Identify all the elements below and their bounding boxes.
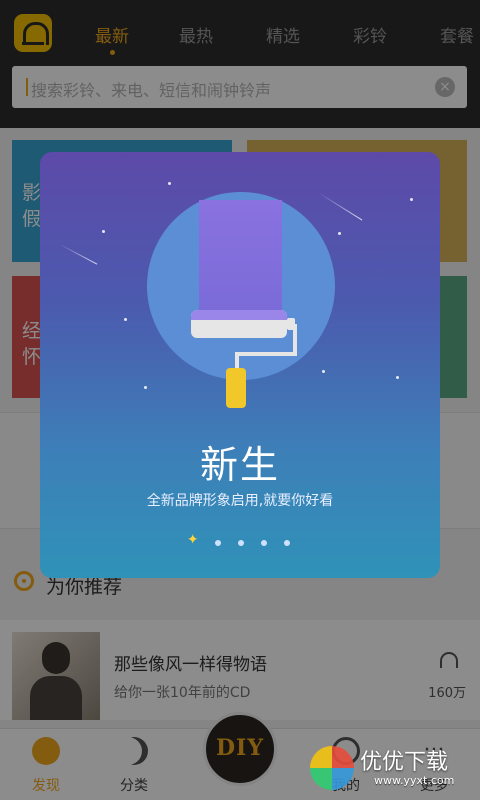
intro-dialog[interactable]: 新生 全新品牌形象启用,就要你好看 [40, 152, 440, 578]
star-decoration [338, 232, 341, 235]
watermark-text: 优优下载 [360, 750, 449, 775]
roller-paint [191, 310, 287, 320]
page-dot-active[interactable] [187, 532, 200, 549]
roller-handle [235, 352, 297, 356]
page-dot[interactable] [284, 539, 291, 546]
watermark-logo [310, 746, 354, 790]
meteor-decoration [317, 192, 363, 221]
star-decoration [168, 182, 171, 185]
star-decoration [144, 386, 147, 389]
star-decoration [410, 198, 413, 201]
dialog-subtitle: 全新品牌形象启用,就要你好看 [146, 493, 334, 509]
star-decoration [102, 230, 105, 233]
star-decoration [322, 370, 325, 373]
page-dot[interactable] [214, 539, 221, 546]
page-indicator [40, 532, 440, 548]
page-dot[interactable] [238, 539, 244, 546]
watermark: 优优下载 www.yyxt.com [310, 742, 480, 796]
roller-grip [226, 368, 246, 408]
paint-roller-icon [191, 310, 287, 338]
paint-stroke [199, 200, 282, 312]
roller-handle [293, 324, 297, 354]
star-decoration [396, 376, 399, 379]
meteor-decoration [59, 244, 98, 265]
page-dot[interactable] [261, 539, 268, 546]
dialog-title: 新生 [199, 443, 280, 487]
star-decoration [124, 318, 127, 321]
watermark-url: www.yyxt.com [374, 774, 455, 787]
